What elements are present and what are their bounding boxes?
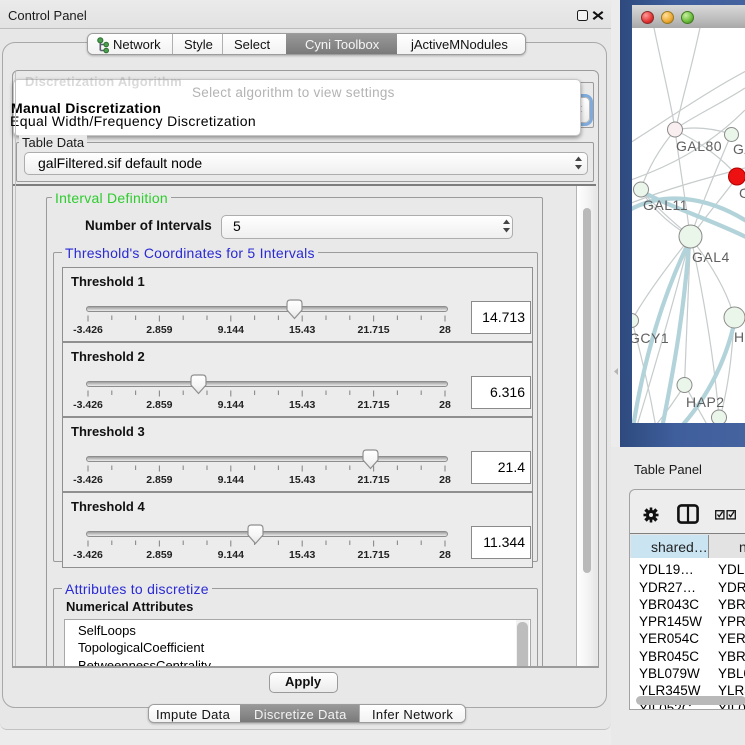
svg-text:GAL80: GAL80 [676,138,722,154]
svg-text:GAL11: GAL11 [643,197,688,213]
svg-text:GA: GA [733,141,745,157]
svg-text:HAP2: HAP2 [686,394,725,410]
svg-text:GCY1: GCY1 [632,330,669,346]
svg-text:H: H [734,329,745,345]
svg-text:GAL4: GAL4 [692,249,730,265]
svg-text:CR: CR [739,185,745,201]
